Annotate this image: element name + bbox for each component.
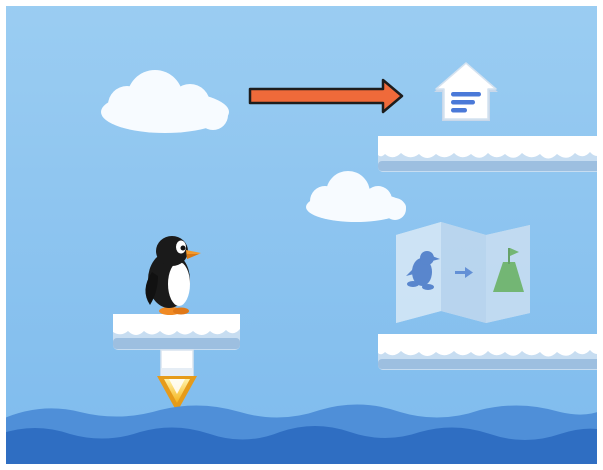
map-icon[interactable] [396,222,530,323]
ice-platform-upper [378,136,603,172]
game-canvas[interactable] [0,0,603,470]
ice-platform-player [113,314,240,350]
ice-platform-lower-right [378,334,603,370]
